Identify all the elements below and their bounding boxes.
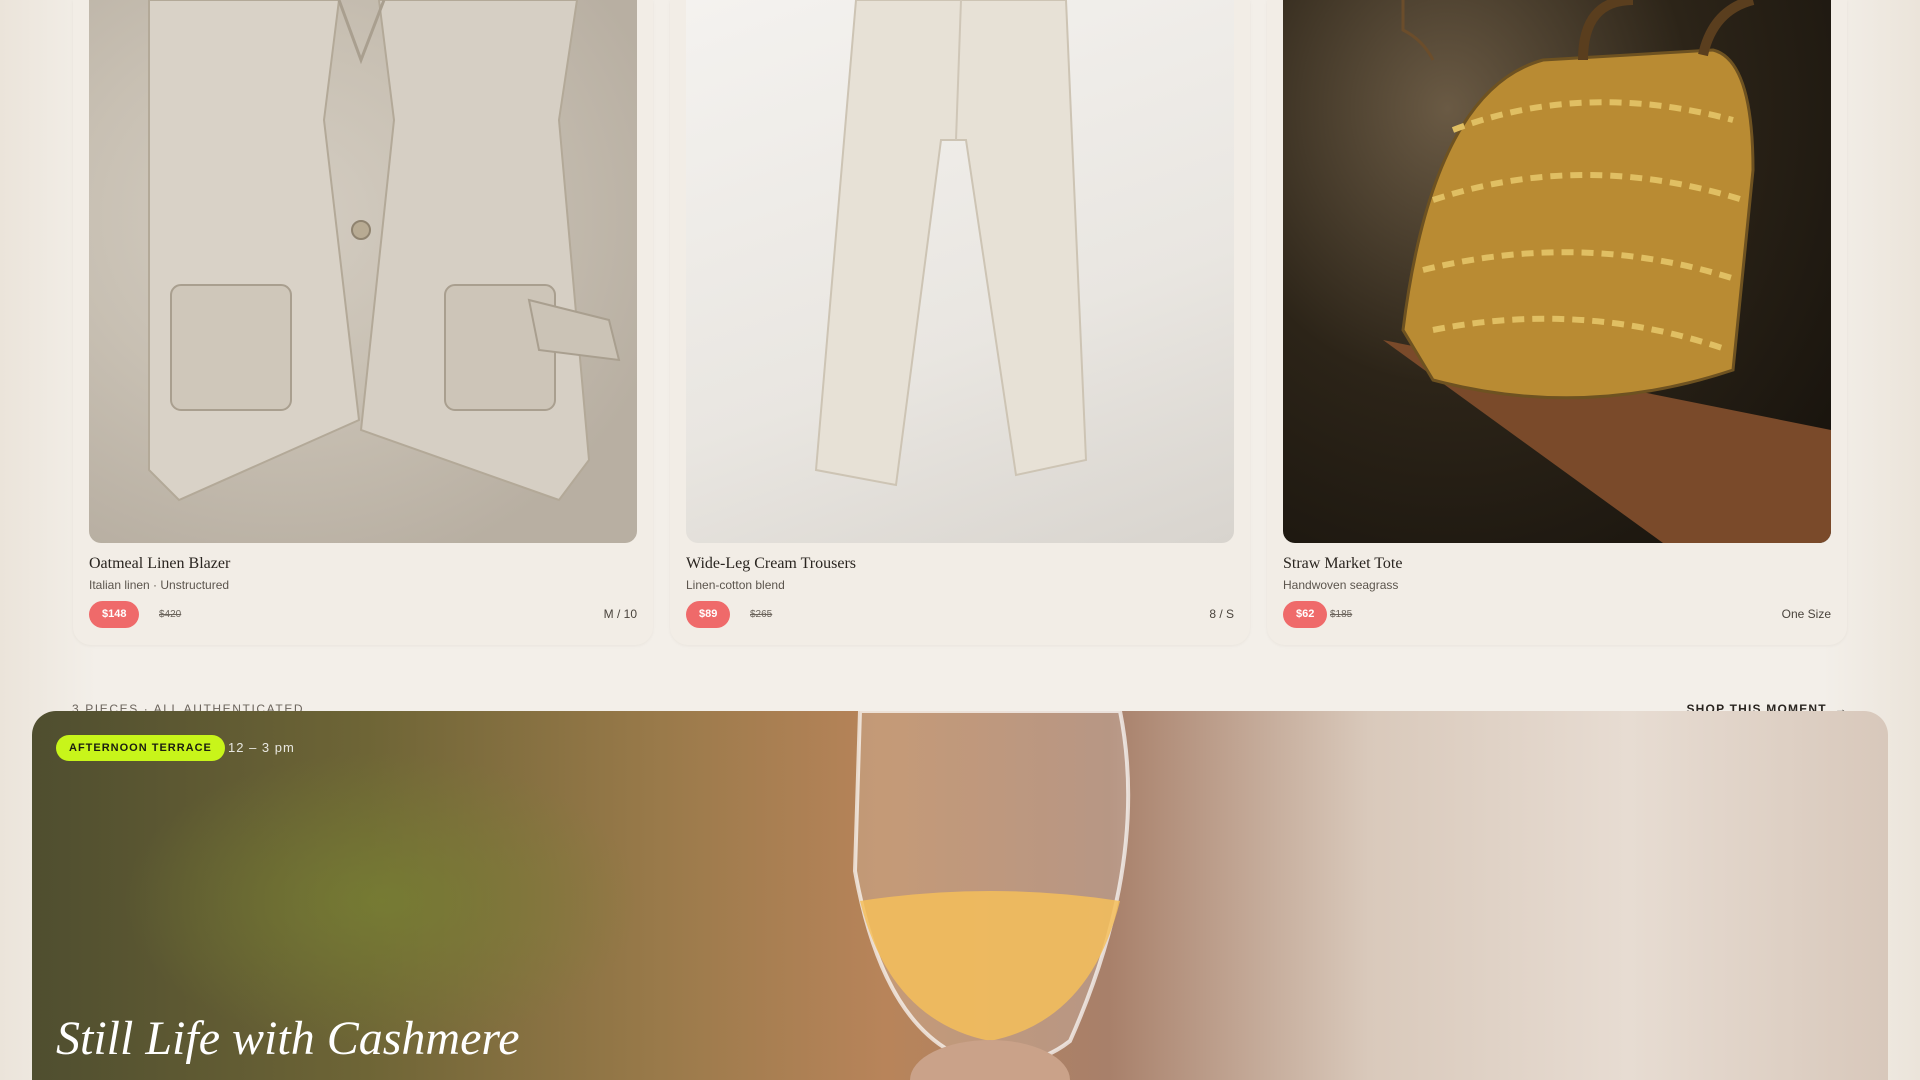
product-card[interactable]: Wide-Leg Cream Trousers Linen-cotton ble… [670, 0, 1250, 645]
original-price: $420 [159, 609, 182, 620]
original-price: $265 [750, 609, 773, 620]
product-title[interactable]: Oatmeal Linen Blazer [89, 555, 230, 573]
original-price: $185 [1330, 609, 1353, 620]
product-title[interactable]: Straw Market Tote [1283, 555, 1402, 573]
tote-illustration [1383, 0, 1831, 543]
price-badge: $148 [89, 601, 140, 628]
wine-glass-illustration [852, 711, 1131, 1080]
hero-time: 12 – 3 pm [228, 740, 295, 755]
product-image-blazer[interactable] [89, 0, 637, 543]
button-icon [351, 220, 371, 240]
price-badge: $89 [686, 601, 731, 628]
product-image-tote[interactable] [1283, 0, 1831, 543]
product-subtitle: Linen-cotton blend [686, 578, 785, 592]
trousers-illustration [814, 0, 1088, 487]
hero-title: Still Life with Cashmere [56, 1012, 520, 1065]
size-label: 8 / S [1209, 607, 1234, 621]
product-image-trousers[interactable] [686, 0, 1234, 543]
hero-badge: AFTERNOON TERRACE [56, 735, 225, 761]
product-subtitle: Italian linen · Unstructured [89, 578, 230, 592]
product-subtitle: Handwoven seagrass [1283, 578, 1399, 592]
foliage-blur [122, 751, 642, 1051]
product-card[interactable]: Oatmeal Linen Blazer Italian linen · Uns… [73, 0, 653, 645]
price-badge: $62 [1283, 601, 1328, 628]
size-label: M / 10 [603, 607, 637, 621]
product-title[interactable]: Wide-Leg Cream Trousers [686, 555, 856, 573]
product-card[interactable]: Straw Market Tote Handwoven seagrass $62… [1267, 0, 1847, 645]
size-label: One Size [1781, 607, 1831, 621]
hero-banner[interactable]: AFTERNOON TERRACE 12 – 3 pm Still Life w… [32, 711, 1888, 1080]
product-grid: Oatmeal Linen Blazer Italian linen · Uns… [73, 0, 1847, 645]
blazer-illustration [148, 0, 621, 502]
